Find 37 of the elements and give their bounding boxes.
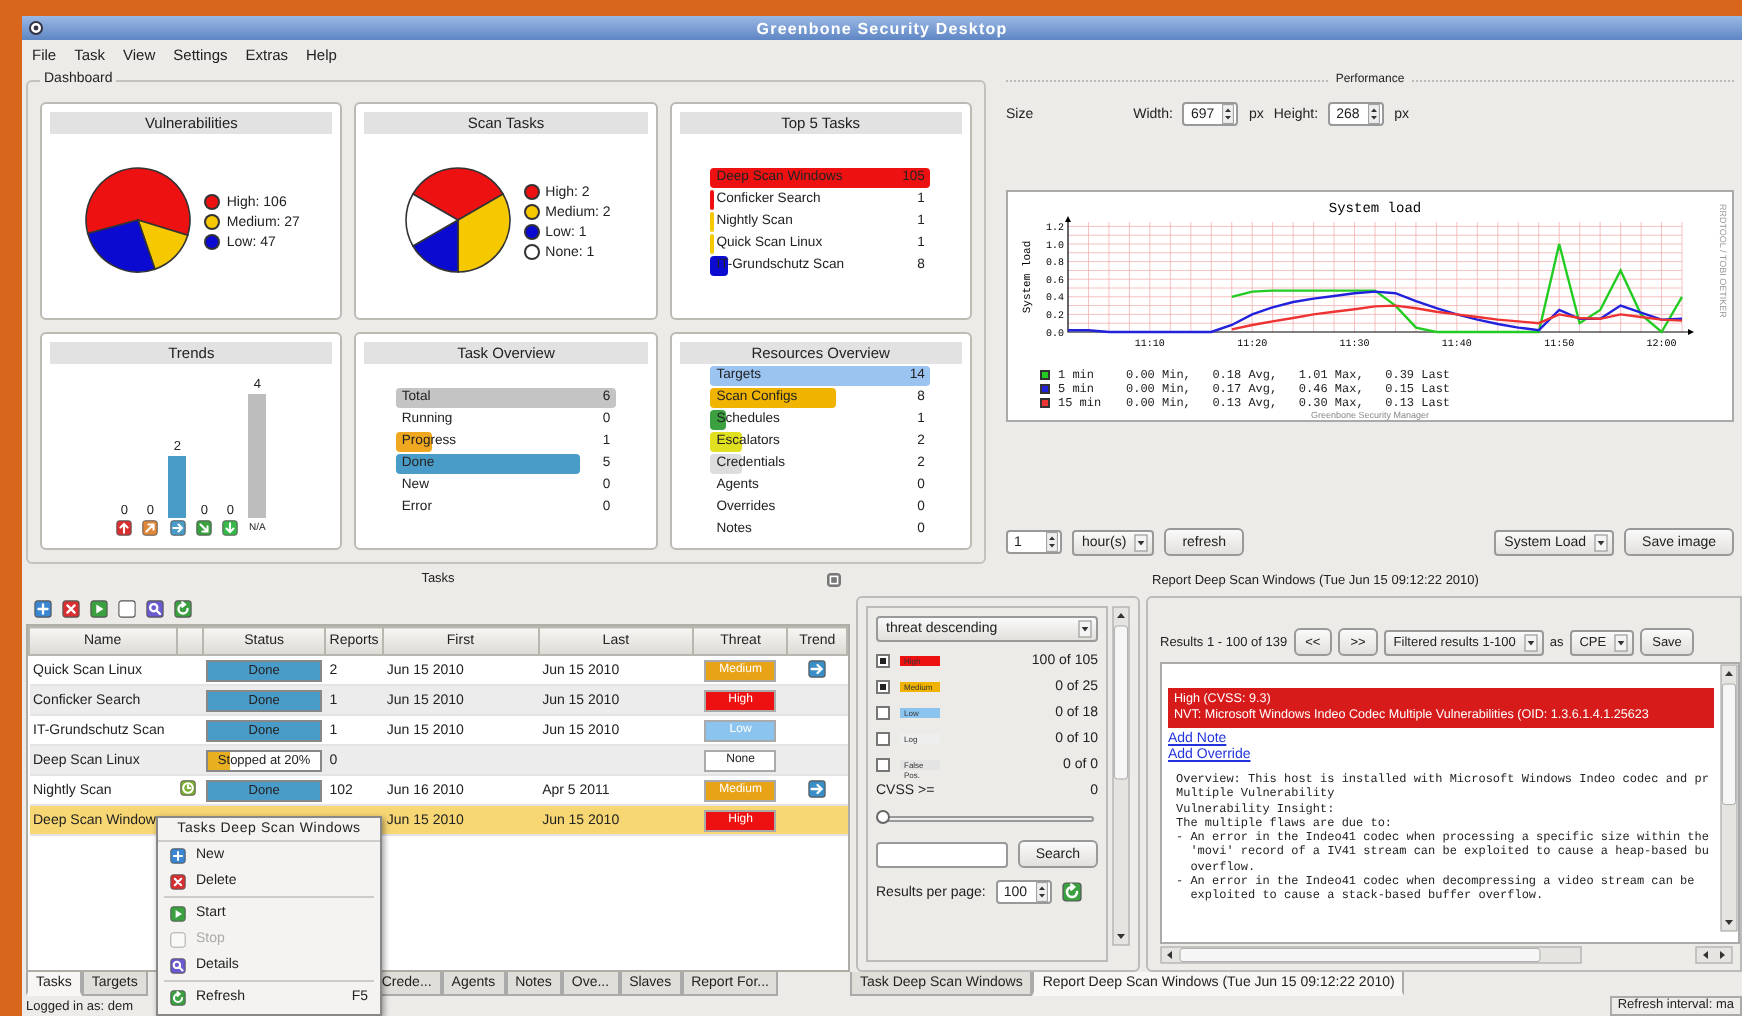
caret-icon[interactable] [1523,633,1538,651]
play-icon[interactable] [90,599,108,617]
window-menu-icon[interactable] [28,20,44,36]
checkbox[interactable] [876,680,890,694]
stop-icon[interactable] [118,599,136,617]
magnifier-icon[interactable] [146,599,164,617]
scrollbar[interactable] [1720,664,1738,932]
play-icon [170,905,186,921]
spin-arrows-icon[interactable] [1368,104,1381,124]
trend-bar [168,456,187,518]
search-field[interactable] [876,841,1008,867]
stop-icon [170,931,186,947]
caret-icon[interactable] [1594,533,1609,551]
refresh-icon[interactable] [1061,882,1082,902]
caret-icon[interactable] [1078,620,1092,638]
scrollbar[interactable] [1112,606,1130,946]
delete-icon [170,873,186,889]
slider-thumb[interactable] [876,810,890,824]
scrollbar[interactable] [1160,946,1736,964]
spin-arrows-icon[interactable] [1035,882,1048,902]
delete-icon[interactable] [62,599,80,617]
plus-icon [170,847,186,863]
window-icon[interactable] [826,572,842,588]
spin-arrows-icon[interactable] [1046,532,1058,552]
checkbox[interactable] [876,706,890,720]
refresh-icon[interactable] [174,599,192,617]
window-title: Greenbone Security Desktop [754,19,1010,37]
plus-icon[interactable] [34,599,52,617]
checkbox[interactable] [876,654,890,668]
checkbox[interactable] [876,758,890,772]
caret-icon[interactable] [1614,633,1629,651]
checkbox[interactable] [876,732,890,746]
spin-arrows-icon[interactable] [1222,104,1235,124]
slider[interactable] [880,816,1094,822]
caret-icon[interactable] [1134,533,1149,551]
refresh-icon [170,989,186,1005]
magnifier-icon [170,957,186,973]
